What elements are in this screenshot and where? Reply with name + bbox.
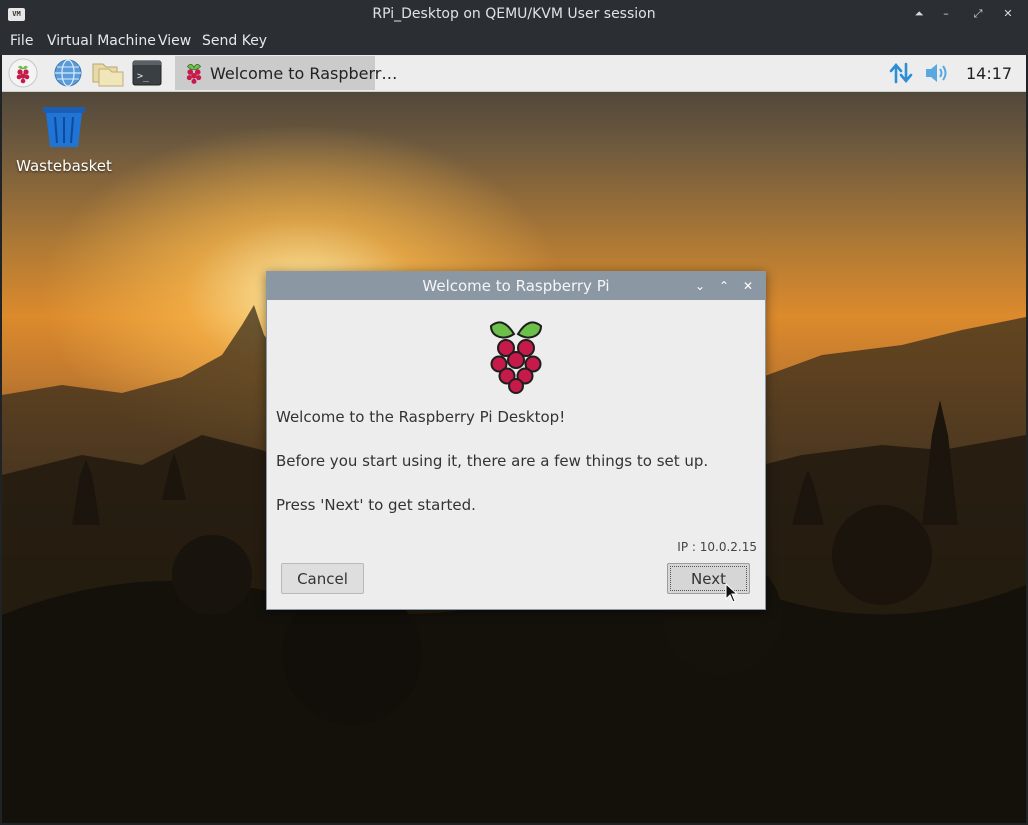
taskbar: >_ Welcome to Raspberr… 14:17 bbox=[2, 55, 1026, 92]
terminal-icon[interactable]: >_ bbox=[132, 58, 162, 88]
dialog-line-2: Press 'Next' to get started. bbox=[276, 496, 476, 514]
menu-send-key[interactable]: Send Key bbox=[202, 33, 267, 49]
raspberry-pi-logo bbox=[489, 321, 543, 394]
menu-file[interactable]: File bbox=[10, 33, 33, 49]
ip-address-label: IP : 10.0.2.15 bbox=[677, 540, 757, 554]
host-window-title: RPi_Desktop on QEMU/KVM User session bbox=[372, 6, 656, 22]
cancel-button[interactable]: Cancel bbox=[281, 563, 364, 594]
chevron-up-icon[interactable]: ⌃ bbox=[714, 276, 734, 296]
dialog-heading: Welcome to the Raspberry Pi Desktop! bbox=[276, 408, 566, 426]
host-title-bar[interactable]: VM RPi_Desktop on QEMU/KVM User session … bbox=[0, 0, 1028, 29]
network-arrows-icon[interactable] bbox=[888, 60, 914, 86]
volume-icon[interactable] bbox=[924, 61, 952, 85]
dialog-line-1: Before you start using it, there are a f… bbox=[276, 452, 709, 470]
desktop-icon-label: Wastebasket bbox=[16, 157, 112, 175]
close-icon[interactable]: ✕ bbox=[738, 276, 758, 296]
taskbar-task-label: Welcome to Raspberr… bbox=[210, 64, 398, 83]
minimize-button[interactable]: – bbox=[937, 5, 955, 23]
trash-icon bbox=[43, 107, 85, 147]
close-button[interactable]: ✕ bbox=[999, 5, 1017, 23]
file-manager-icon[interactable] bbox=[91, 58, 125, 88]
taskbar-task-welcome[interactable]: Welcome to Raspberr… bbox=[175, 56, 397, 90]
svg-text:>_: >_ bbox=[137, 71, 150, 82]
taskbar-clock[interactable]: 14:17 bbox=[966, 64, 1012, 83]
welcome-dialog: Welcome to Raspberry Pi ⌄ ⌃ ✕ Welcome to… bbox=[266, 271, 766, 610]
raspberry-menu-icon[interactable] bbox=[8, 58, 38, 88]
menu-virtual-machine[interactable]: Virtual Machine bbox=[47, 33, 156, 49]
restore-button[interactable]: ⤢ bbox=[969, 5, 987, 23]
mouse-cursor-icon bbox=[725, 583, 739, 603]
raspberry-icon bbox=[186, 63, 202, 84]
web-browser-icon[interactable] bbox=[53, 58, 83, 88]
keep-above-button[interactable]: ⏶ bbox=[910, 5, 928, 23]
guest-display[interactable]: >_ Welcome to Raspberr… 14:17 Wastebaske… bbox=[2, 55, 1026, 823]
dialog-title-bar[interactable]: Welcome to Raspberry Pi ⌄ ⌃ ✕ bbox=[267, 272, 765, 300]
host-menu-bar: File Virtual Machine View Send Key bbox=[0, 29, 1028, 55]
desktop-icon-wastebasket[interactable]: Wastebasket bbox=[16, 105, 112, 175]
menu-view[interactable]: View bbox=[158, 33, 191, 49]
chevron-down-icon[interactable]: ⌄ bbox=[690, 276, 710, 296]
